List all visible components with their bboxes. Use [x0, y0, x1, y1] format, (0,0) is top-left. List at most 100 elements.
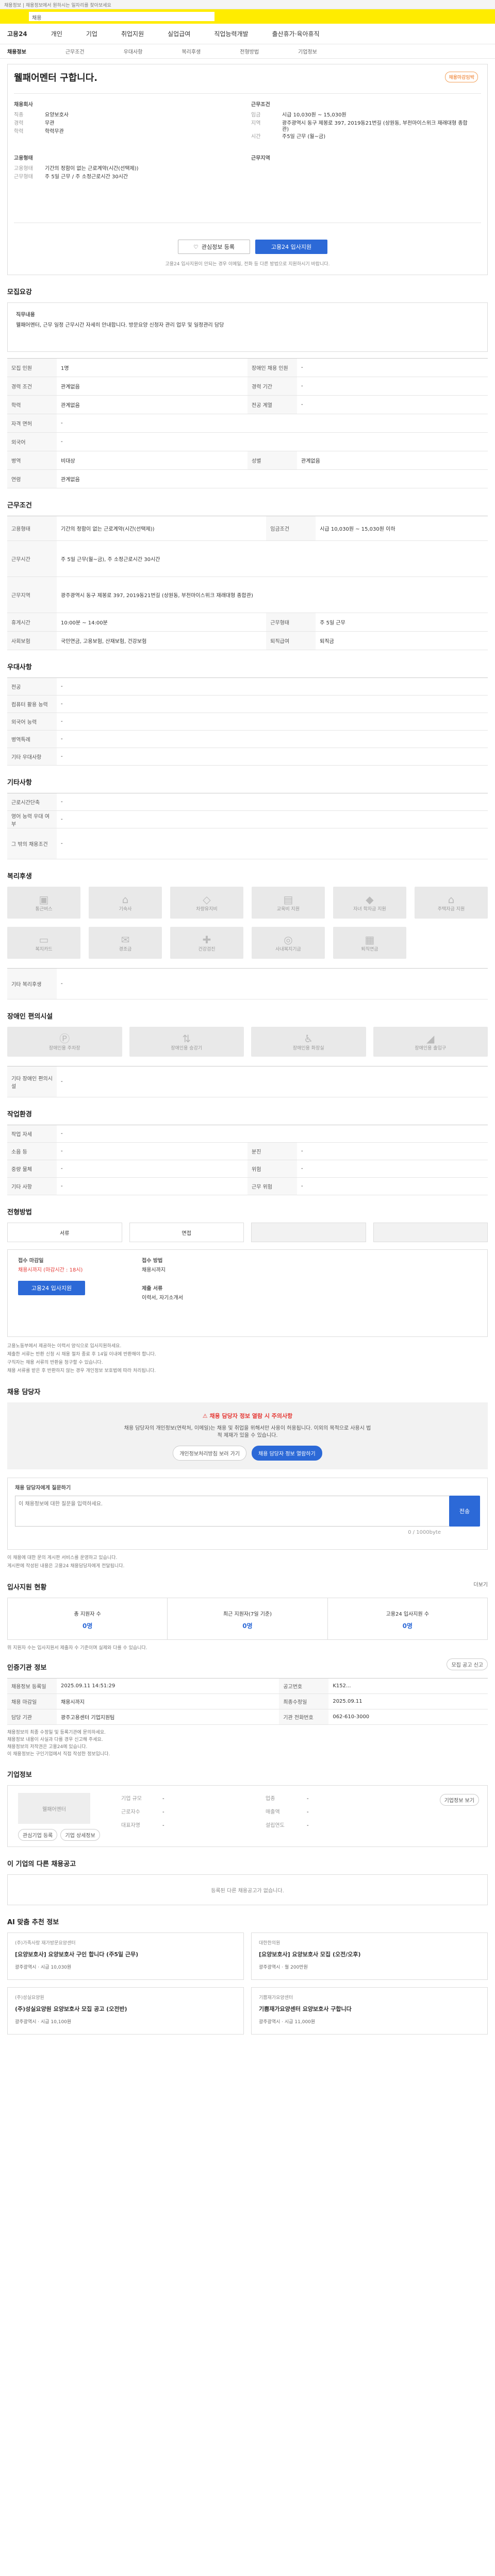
empty-text: 등록된 다른 채용공고가 없습니다. [211, 1888, 284, 1894]
cell-label: 컴퓨터 활용 능력 [7, 695, 57, 713]
heart-icon: ♡ [193, 243, 199, 250]
step-label: 서류 [60, 1230, 70, 1236]
welfare-tile: ⌂ 주택자금 지원 [415, 887, 488, 919]
rec-title: 기쁨재가요양센터 요양보호사 구합니다 [259, 2006, 352, 2012]
corp-value: - [162, 1809, 164, 1815]
site-logo[interactable]: 고용24 [7, 29, 27, 38]
cell-value: 관계없음 [57, 469, 488, 488]
cell-label: 기타 사항 [7, 1177, 57, 1195]
cell-value: - [57, 793, 488, 811]
cell-value: 관계없음 [57, 395, 248, 414]
question-box: 채용 담당자에게 질문하기 전송 0 / 1000byte [7, 1478, 488, 1550]
cell-value: - [57, 810, 488, 828]
gnb-item[interactable]: 실업급여 [168, 29, 190, 38]
tab-select[interactable]: 전형방법 [240, 47, 259, 55]
corp-follow-button[interactable]: 관심기업 등록 [18, 1829, 58, 1841]
welfare-tile: ▣ 통근버스 [7, 887, 80, 919]
cell-label: 근무 위험 [248, 1177, 297, 1195]
corp-value: - [162, 1823, 164, 1828]
cell-label: 위험 [248, 1160, 297, 1178]
tile-label: 복지카드 [35, 946, 53, 952]
status-label: 총 지원자 수 [74, 1612, 101, 1617]
apply-button-2[interactable]: 고용24 입사지원 [18, 1281, 85, 1295]
scrap-label: 관심정보 등록 [201, 244, 235, 250]
gnb-item[interactable]: 직업능력개발 [214, 29, 248, 38]
gnb-item[interactable]: 출산휴가·육아휴직 [272, 29, 320, 38]
rec-meta: 광주광역시 · 시급 10,030원 [15, 1965, 72, 1970]
section-title-work: 근무조건 [7, 502, 32, 510]
status-col: 최근 지원자(7일 기준) 0명 [168, 1598, 328, 1639]
cell-value: 10:00분 ~ 14:00분 [57, 613, 267, 632]
tab-prefer[interactable]: 우대사항 [124, 47, 143, 55]
recommend-card[interactable]: (주)가족사랑 재가방문요양센터 [요양보호사] 요양보호사 구인 합니다 (주5… [7, 1933, 244, 1980]
warning-title: ⚠ 채용 담당자 정보 열람 시 주의사항 [7, 1412, 488, 1420]
label-work-area: 근무지역 [251, 156, 270, 161]
cell-label: 작업 자세 [7, 1125, 57, 1143]
tile-label: 사내복지기금 [275, 946, 301, 952]
job-summary-card: 웰패어멘터 구합니다. 채용마감임박 채용회사 직종 요양보호사 경력 무관 학… [7, 64, 488, 275]
section-title-recruit: 모집요강 [7, 289, 32, 296]
corp-info-link[interactable]: 기업정보 보기 [439, 1794, 479, 1806]
section-title-status: 입사지원 현황 [7, 1584, 47, 1591]
note-line: 채용정보 내용이 사실과 다를 경우 신고해 주세요. [7, 1737, 103, 1742]
cell-value: - [297, 377, 488, 396]
cell-value: - [297, 1142, 488, 1160]
report-button[interactable]: 모집 공고 신고 [447, 1658, 488, 1670]
gnb-item[interactable]: 취업지원 [121, 29, 144, 38]
cell-label: 담당 기관 [7, 1709, 57, 1725]
search-input[interactable]: 채용 [29, 12, 214, 21]
section-title-select: 전형방법 [7, 1209, 32, 1216]
scrap-button[interactable]: ♡ 관심정보 등록 [178, 240, 250, 254]
cell-value: - [57, 1177, 248, 1195]
gnb-item[interactable]: 기업 [86, 29, 97, 38]
tile-label: 장애인용 주차장 [48, 1045, 80, 1051]
question-send-button[interactable]: 전송 [449, 1496, 480, 1527]
tab-corp[interactable]: 기업정보 [298, 47, 317, 55]
apply-button[interactable]: 고용24 입사지원 [255, 240, 327, 254]
cell-label: 기관 전화번호 [279, 1709, 329, 1725]
cell-value: - [57, 828, 488, 859]
cell-value: - [297, 1177, 488, 1195]
tab-recruit[interactable]: 채용정보 [7, 47, 26, 55]
question-label: 채용 담당자에게 질문하기 [15, 1485, 71, 1491]
apply-deadline-label: 접수 마감일 [18, 1258, 44, 1264]
apply-deadline-value: 채용시까지 (마감시간 : 18시) [18, 1267, 83, 1273]
top-notice-text: 채용정보 | 채용정보에서 원하시는 일자리를 찾아보세요 [4, 3, 111, 8]
status-note: 위 지원자 수는 입사지원서 제출자 수 기준이며 실제와 다를 수 있습니다. [7, 1646, 147, 1651]
bus-icon: ▣ [39, 893, 49, 906]
section-title-contact: 채용 담당자 [7, 1388, 41, 1396]
cell-value: - [297, 1160, 488, 1178]
recommend-card[interactable]: (주)성실요양원 (주)성실요양원 요양보호사 모집 공고 (오전반) 광주광역시 … [7, 1987, 244, 2035]
cell-label: 사회보험 [7, 631, 57, 650]
status-label: 고용24 입사지원 수 [386, 1612, 430, 1617]
recommend-card[interactable]: 대한한의원 [요양보호사] 요양보호사 모집 (오전/오후) 광주광역시 · 월 2… [251, 1933, 488, 1980]
recommend-card[interactable]: 기쁨재가요양센터 기쁨재가요양센터 요양보호사 구합니다 광주광역시 · 시급 11… [251, 1987, 488, 2035]
disab-tile: ♿ 장애인용 화장실 [251, 1027, 366, 1057]
tile-label: 차량유지비 [196, 906, 218, 912]
cell-value: 시급 10,030원 ~ 15,030원 이하 [316, 516, 488, 541]
tile-label: 경조금 [119, 946, 132, 952]
cell-label: 기타 우대사항 [7, 748, 57, 766]
cond-label: 임금 [251, 112, 261, 118]
tab-welfare[interactable]: 복리후생 [182, 47, 201, 55]
employ-value: 기간의 정함이 없는 근로계약(시간(선택제)) [45, 166, 139, 172]
question-input[interactable] [15, 1496, 458, 1527]
privacy-policy-button[interactable]: 개인정보처리방침 보러 가기 [173, 1446, 246, 1461]
note-line: 고용노동부에서 제공하는 이력서 양식으로 입사지원하세요. [7, 1344, 122, 1349]
welfare-tile: ✚ 건강검진 [170, 927, 243, 959]
status-more-link[interactable]: 더보기 [473, 1580, 488, 1588]
corp-detail-button[interactable]: 기업 상세정보 [60, 1829, 100, 1841]
gnb-item[interactable]: 개인 [51, 29, 62, 38]
cell-label: 경력 조건 [7, 377, 57, 396]
note-line: 게시판에 작성된 내용은 고용24 채용담당자에게 전달됩니다. [7, 1564, 125, 1569]
select-notes: 고용노동부에서 제공하는 이력서 양식으로 입사지원하세요. 제출한 서류는 반… [7, 1342, 488, 1375]
tab-work[interactable]: 근무조건 [65, 47, 85, 55]
view-contact-button[interactable]: 채용 담당자 정보 열람하기 [252, 1446, 322, 1461]
corp-value: - [307, 1809, 309, 1815]
rec-meta: 광주광역시 · 월 200만원 [259, 1965, 308, 1970]
gift-icon: ✉ [121, 933, 130, 946]
corp-value: - [162, 1796, 164, 1802]
label-recruit-type: 고용형태 [14, 156, 33, 161]
cell-label: 전공 [7, 677, 57, 696]
select-steps: 서류 면접 [7, 1223, 488, 1242]
